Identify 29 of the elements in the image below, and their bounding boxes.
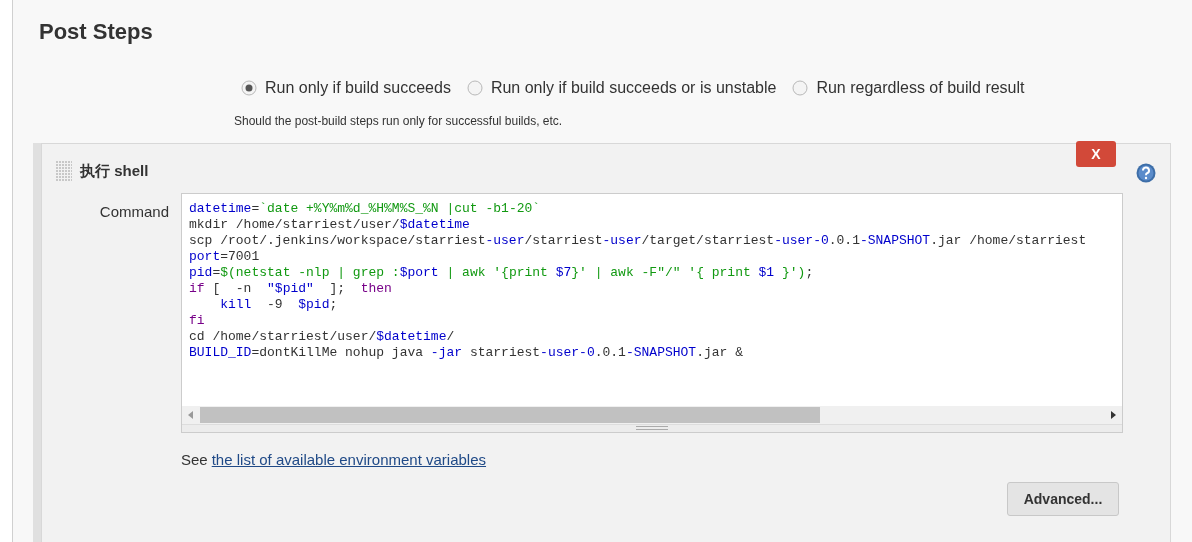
radio-label[interactable]: Run only if build succeeds or is unstable: [490, 76, 777, 100]
code-line: BUILD_ID=dontKillMe nohup java -jar starriest-user-0.0.1-SNAPSHOT.jar &: [189, 344, 744, 361]
command-field[interactable]: [181, 192, 1123, 433]
help-text: Should the post-build steps run only for successful builds, etc.: [234, 113, 564, 130]
code-line: port=7001: [189, 248, 261, 265]
code-line: kill -9 $pid;: [219, 296, 339, 313]
code-line: fi: [189, 312, 206, 329]
resize-handle[interactable]: [636, 426, 668, 430]
advanced-button[interactable]: Advanced...: [1007, 482, 1119, 516]
code-line: mkdir /home/starriest/user/$datetime: [189, 216, 471, 233]
code-line: cd /home/starriest/user/$datetime/: [189, 328, 456, 345]
code-line: pid=$(netstat -nlp | grep :$port | awk '{print $7}' | awk -F"/" '{ print $1 }');: [189, 264, 815, 281]
radio-button[interactable]: [466, 80, 483, 96]
radio-button[interactable]: [792, 80, 809, 96]
see-text: See: [181, 449, 208, 470]
step-title: 执行 shell: [80, 161, 149, 181]
delete-button[interactable]: X: [1076, 141, 1116, 167]
radio-label[interactable]: Run regardless of build result: [816, 76, 1025, 100]
code-line: datetime=`date +%Y%m%d_%H%M%S_%N |cut -b1-20`: [189, 200, 542, 217]
env-variables-link[interactable]: the list of available environment variables: [211, 448, 487, 471]
section-title: Post Steps: [39, 18, 154, 46]
scrollbar-thumb[interactable]: [200, 406, 820, 423]
radio-label[interactable]: Run only if build succeeds: [265, 76, 451, 100]
code-line: if [ -n "$pid" ]; then: [189, 280, 393, 297]
drag-handle-icon[interactable]: [56, 161, 72, 182]
radio-button[interactable]: [241, 80, 257, 96]
field-label: Command: [98, 201, 170, 222]
code-line: scp /root/.jenkins/workspace/starriest-user/starriest-user/target/starriest-user-0.0.1-SNAPSHOT.jar /home/starriest: [189, 232, 1088, 249]
help-icon[interactable]: [1136, 163, 1156, 183]
